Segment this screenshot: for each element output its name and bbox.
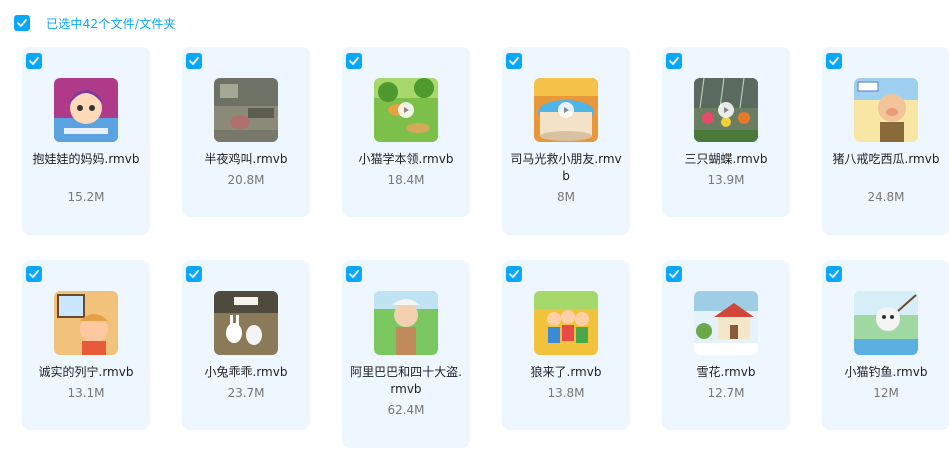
- file-checkbox[interactable]: [506, 266, 522, 282]
- file-name: 狼来了.rmvb: [530, 365, 602, 379]
- check-icon: [829, 57, 839, 65]
- file-name: 阿里巴巴和四十大盗.rmvb: [350, 365, 462, 396]
- video-thumbnail[interactable]: [374, 78, 438, 142]
- file-size: 20.8M: [227, 173, 265, 187]
- video-thumbnail[interactable]: [694, 291, 758, 355]
- video-thumbnail[interactable]: [54, 291, 118, 355]
- file-checkbox[interactable]: [346, 53, 362, 69]
- check-icon: [17, 19, 27, 27]
- file-card[interactable]: 抱娃娃的妈妈.rmvb 15.2M: [22, 47, 150, 235]
- file-card[interactable]: 猪八戒吃西瓜.rmvb 24.8M: [822, 47, 949, 235]
- file-checkbox[interactable]: [506, 53, 522, 69]
- check-icon: [509, 270, 519, 278]
- file-checkbox[interactable]: [26, 53, 42, 69]
- selection-count-label: 已选中42个文件/文件夹: [46, 16, 176, 31]
- file-checkbox[interactable]: [186, 266, 202, 282]
- file-size: 13.1M: [67, 386, 105, 400]
- file-name: 雪花.rmvb: [696, 365, 756, 379]
- select-all-bar: 已选中42个文件/文件夹: [14, 13, 176, 33]
- video-thumbnail[interactable]: [854, 78, 918, 142]
- video-thumbnail[interactable]: [534, 78, 598, 142]
- file-checkbox[interactable]: [26, 266, 42, 282]
- file-size: 12M: [873, 386, 899, 400]
- file-card[interactable]: 阿里巴巴和四十大盗.rmvb 62.4M: [342, 260, 470, 448]
- file-name: 小猫钓鱼.rmvb: [844, 365, 928, 379]
- check-icon: [829, 270, 839, 278]
- play-icon: [718, 102, 734, 118]
- file-size: 62.4M: [387, 403, 425, 417]
- file-name: 诚实的列宁.rmvb: [38, 365, 134, 379]
- file-size: 12.7M: [707, 386, 745, 400]
- check-icon: [349, 270, 359, 278]
- file-checkbox[interactable]: [186, 53, 202, 69]
- file-size: 8M: [557, 190, 575, 204]
- check-icon: [669, 270, 679, 278]
- file-checkbox[interactable]: [826, 266, 842, 282]
- video-thumbnail[interactable]: [54, 78, 118, 142]
- file-card[interactable]: 小猫学本领.rmvb 18.4M: [342, 47, 470, 217]
- file-name: 司马光救小朋友.rmvb: [510, 152, 622, 183]
- file-card[interactable]: 雪花.rmvb 12.7M: [662, 260, 790, 430]
- check-icon: [189, 270, 199, 278]
- check-icon: [189, 57, 199, 65]
- file-size: 15.2M: [67, 190, 105, 204]
- file-checkbox[interactable]: [826, 53, 842, 69]
- file-checkbox[interactable]: [666, 53, 682, 69]
- file-card[interactable]: 小猫钓鱼.rmvb 12M: [822, 260, 949, 430]
- file-size: 18.4M: [387, 173, 425, 187]
- check-icon: [509, 57, 519, 65]
- file-card[interactable]: 狼来了.rmvb 13.8M: [502, 260, 630, 430]
- check-icon: [669, 57, 679, 65]
- select-all-checkbox[interactable]: [14, 15, 30, 31]
- file-size: 24.8M: [867, 190, 905, 204]
- file-card[interactable]: 三只蝴蝶.rmvb 13.9M: [662, 47, 790, 217]
- video-thumbnail[interactable]: [534, 291, 598, 355]
- file-card[interactable]: 诚实的列宁.rmvb 13.1M: [22, 260, 150, 430]
- file-name: 半夜鸡叫.rmvb: [204, 152, 288, 166]
- file-name: 猪八戒吃西瓜.rmvb: [832, 152, 940, 166]
- video-thumbnail[interactable]: [214, 78, 278, 142]
- file-size: 13.8M: [547, 386, 585, 400]
- video-thumbnail[interactable]: [214, 291, 278, 355]
- file-name: 小猫学本领.rmvb: [358, 152, 454, 166]
- play-icon: [398, 102, 414, 118]
- check-icon: [349, 57, 359, 65]
- file-card[interactable]: 小兔乖乖.rmvb 23.7M: [182, 260, 310, 430]
- video-thumbnail[interactable]: [374, 291, 438, 355]
- file-name: 小兔乖乖.rmvb: [204, 365, 288, 379]
- file-name: 三只蝴蝶.rmvb: [684, 152, 768, 166]
- file-checkbox[interactable]: [346, 266, 362, 282]
- video-thumbnail[interactable]: [854, 291, 918, 355]
- file-name: 抱娃娃的妈妈.rmvb: [32, 152, 140, 166]
- file-checkbox[interactable]: [666, 266, 682, 282]
- play-icon: [558, 102, 574, 118]
- file-size: 23.7M: [227, 386, 265, 400]
- file-card[interactable]: 半夜鸡叫.rmvb 20.8M: [182, 47, 310, 217]
- check-icon: [29, 270, 39, 278]
- file-card[interactable]: 司马光救小朋友.rmvb 8M: [502, 47, 630, 235]
- file-size: 13.9M: [707, 173, 745, 187]
- video-thumbnail[interactable]: [694, 78, 758, 142]
- check-icon: [29, 57, 39, 65]
